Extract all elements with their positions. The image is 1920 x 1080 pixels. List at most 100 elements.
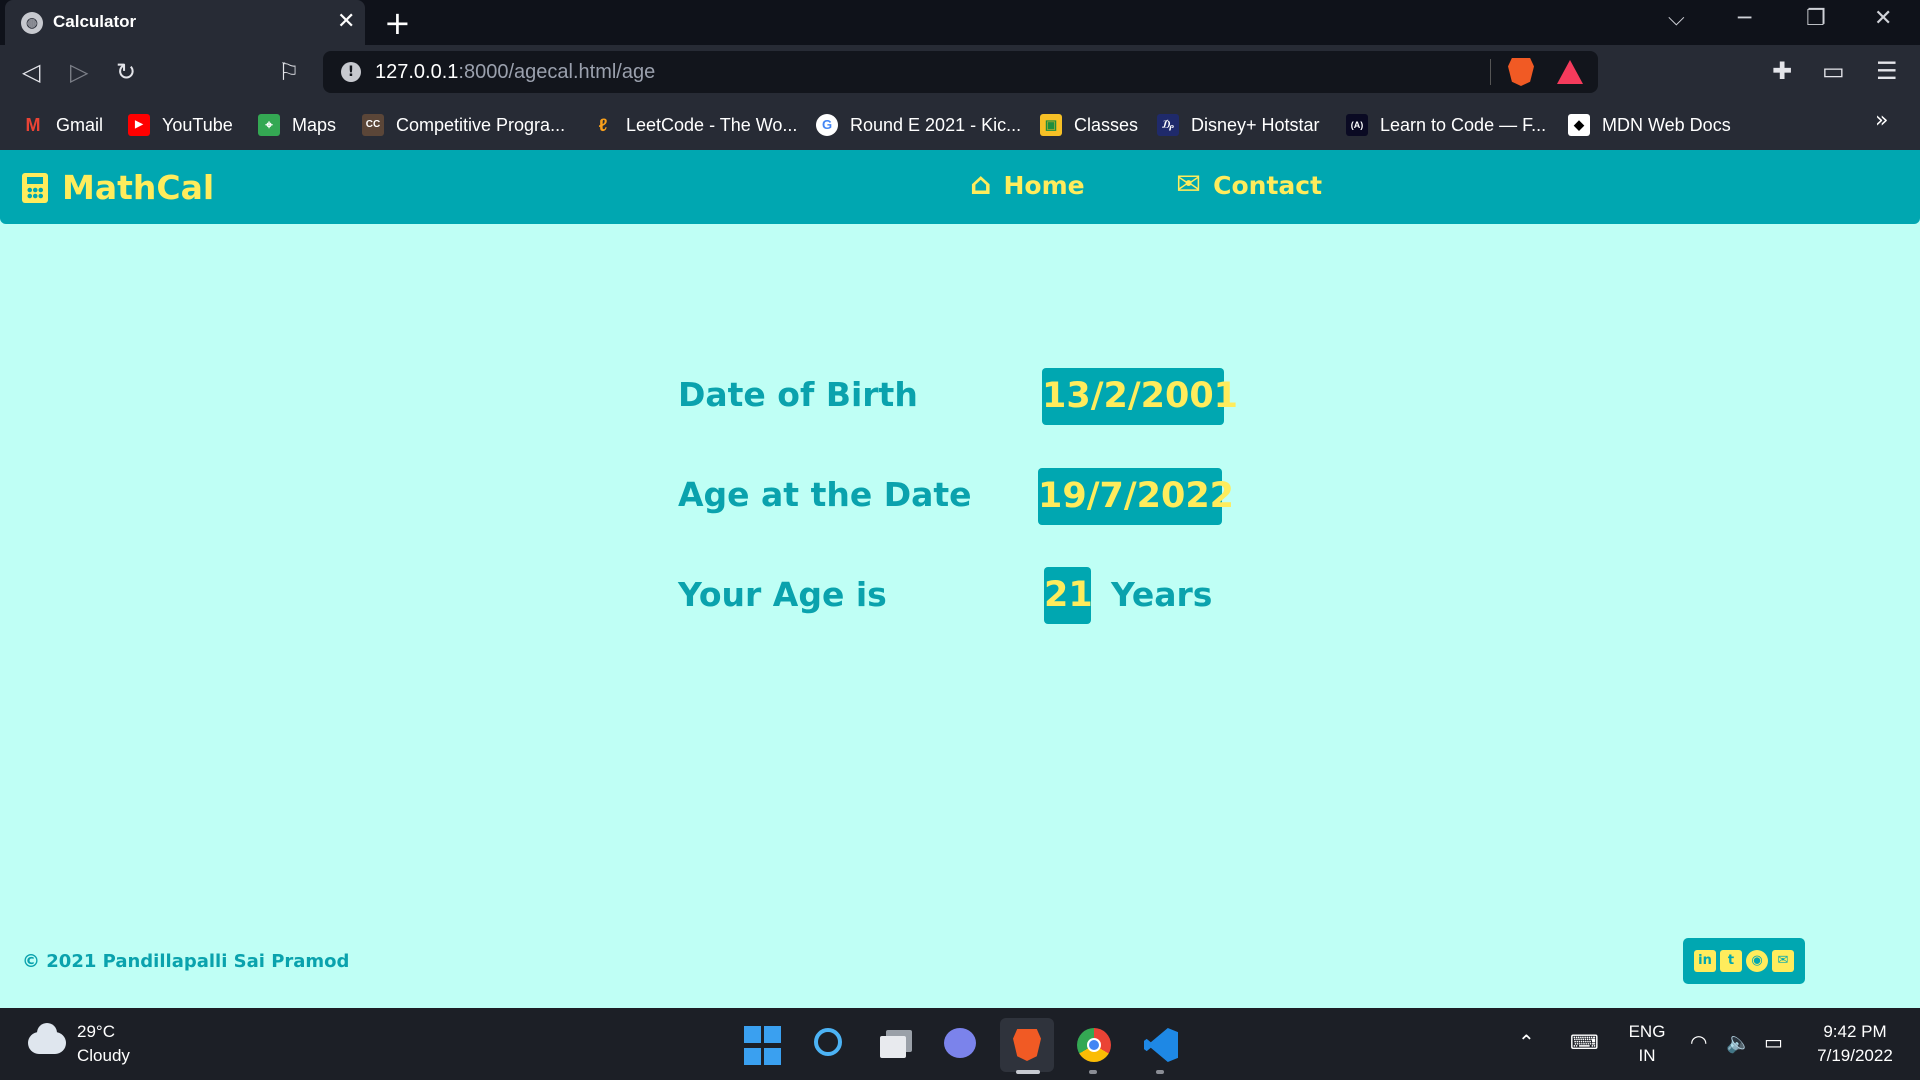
volume-icon[interactable]: 🔈 [1726,1030,1751,1054]
vscode-shape [1144,1028,1178,1062]
bookmarks-overflow-button[interactable]: » [1875,108,1888,133]
vscode-running-indicator [1156,1070,1164,1074]
menu-icon[interactable]: ☰ [1876,57,1898,85]
age-label: Your Age is [678,575,887,614]
dob-value: 13/2/2001 [1042,368,1238,425]
brave-active-indicator [1016,1070,1040,1074]
youtube-icon: ▶ [128,114,150,136]
age-unit: Years [1111,575,1213,614]
search-icon[interactable] [810,1024,850,1064]
linkedin-icon[interactable]: in [1694,950,1716,972]
cloud-icon[interactable] [28,1023,66,1054]
bookmark-kickstart[interactable]: G Round E 2021 - Kic... [816,110,1021,140]
github-icon[interactable]: ◉ [1746,950,1768,972]
bookmark-codechef[interactable]: CC Competitive Progra... [362,110,565,140]
brave-shields-icon[interactable] [1508,58,1534,86]
task-view-front [880,1036,906,1058]
bookmark-classes[interactable]: ▣ Classes [1040,110,1138,140]
bookmark-label: Disney+ Hotstar [1191,114,1320,135]
weather-temperature[interactable]: 29°C [77,1022,115,1042]
nav-contact-label: Contact [1213,170,1323,200]
bookmark-maps[interactable]: ⌖ Maps [258,110,336,140]
bookmark-label: Round E 2021 - Kic... [850,114,1022,135]
keyboard-icon[interactable]: ⌨ [1570,1030,1599,1054]
nav-home-link[interactable]: ⌂ Home [970,170,1085,200]
tab-search-chevron-icon[interactable]: ⌵ [1668,6,1685,31]
home-icon: ⌂ [970,167,992,202]
brand-link[interactable]: MathCal [22,168,214,207]
maps-icon: ⌖ [258,114,280,136]
wifi-icon[interactable]: ◠ [1690,1030,1707,1054]
bookmark-freecodecamp[interactable]: (A) Learn to Code — F... [1346,110,1546,140]
teams-chat-icon[interactable] [942,1024,982,1064]
url-text[interactable]: 127.0.0.1:8000/agecal.html/age [375,61,655,84]
bookmark-label: Gmail [56,114,104,135]
chrome-taskbar-icon[interactable] [1074,1024,1114,1064]
close-window-button[interactable]: ✕ [1874,6,1892,31]
bookmark-youtube[interactable]: ▶ YouTube [128,110,233,140]
browser-tab-active[interactable]: ◍ Calculator ✕ [5,0,365,45]
forward-button[interactable]: ▷ [70,58,88,86]
weather-condition[interactable]: Cloudy [77,1046,130,1066]
calculator-icon [22,172,48,203]
battery-icon[interactable]: ▭ [1764,1030,1783,1054]
os-taskbar: 29°C Cloudy ⌃ ⌨ ENG IN ◠ 🔈 ▭ 9:42 PM 7/1… [0,1008,1920,1080]
bookmark-hotstar[interactable]: ₯ Disney+ Hotstar [1157,110,1320,140]
chevron-up-icon[interactable]: ⌃ [1518,1030,1535,1054]
leetcode-icon: ℓ [598,115,608,135]
web-page: MathCal ⌂ Home ✉ Contact Date of Birth 1… [0,150,1920,1008]
nav-home-label: Home [1003,170,1085,200]
bookmark-gmail[interactable]: M Gmail [22,110,104,140]
chrome-center [1087,1038,1101,1052]
bookmark-label: Maps [292,114,337,135]
social-links: in t ◉ ✉ [1683,938,1805,984]
teams-bubble [944,1028,976,1058]
bookmarks-bar: M Gmail ▶ YouTube ⌖ Maps CC Competitive … [0,100,1920,150]
clock-time[interactable]: 9:42 PM [1800,1022,1910,1042]
close-tab-icon[interactable]: ✕ [337,9,355,34]
wallet-icon[interactable]: ▭ [1822,57,1845,85]
address-bar[interactable]: ! 127.0.0.1:8000/agecal.html/age [323,51,1598,93]
minimize-button[interactable]: ─ [1738,6,1751,31]
browser-toolbar: ◁ ▷ ↻ ⚐ ! 127.0.0.1:8000/agecal.html/age… [0,45,1920,100]
windows-start-icon[interactable] [744,1026,784,1066]
codechef-icon: CC [362,114,384,136]
bookmark-label: LeetCode - The Wo... [626,114,798,135]
extensions-icon[interactable]: ✚ [1772,57,1792,85]
bookmark-label: Competitive Progra... [396,114,566,135]
site-header: MathCal ⌂ Home ✉ Contact [0,150,1920,224]
tab-title: Calculator [53,12,137,31]
site-info-icon[interactable]: ! [341,62,361,82]
brand-name: MathCal [62,168,215,207]
language-code[interactable]: ENG [1626,1022,1668,1042]
freecodecamp-icon: (A) [1346,114,1368,136]
mail-icon[interactable]: ✉ [1772,950,1794,972]
clock-date[interactable]: 7/19/2022 [1800,1046,1910,1066]
back-button[interactable]: ◁ [22,58,40,86]
brave-lion-shape [1013,1029,1041,1061]
restore-button[interactable]: ❐ [1806,6,1826,31]
bookmark-icon[interactable]: ⚐ [278,58,300,86]
vscode-taskbar-icon[interactable] [1140,1024,1180,1064]
age-value: 21 [1044,567,1093,624]
windows-logo-pane [744,1047,761,1065]
nav-contact-link[interactable]: ✉ Contact [1176,170,1322,200]
gmail-icon: M [25,115,41,135]
date-value: 19/7/2022 [1038,468,1234,525]
envelope-icon: ✉ [1176,167,1202,202]
task-view-icon[interactable] [876,1024,916,1064]
url-path: :8000/agecal.html/age [458,61,656,83]
language-region[interactable]: IN [1626,1046,1668,1066]
twitter-icon[interactable]: t [1720,950,1742,972]
bookmark-leetcode[interactable]: ℓ LeetCode - The Wo... [592,110,798,140]
brave-rewards-icon[interactable] [1557,60,1583,84]
new-tab-button[interactable]: + [384,4,411,42]
url-divider [1490,59,1491,85]
reload-button[interactable]: ↻ [116,58,136,86]
bookmark-mdn[interactable]: ◆ MDN Web Docs [1568,110,1731,140]
brave-taskbar-icon[interactable] [1000,1018,1054,1072]
windows-logo-pane [764,1026,781,1043]
mdn-icon: ◆ [1568,114,1590,136]
bookmark-label: Classes [1074,114,1139,135]
browser-tab-strip: ◍ Calculator ✕ + ⌵ ─ ❐ ✕ [0,0,1920,45]
